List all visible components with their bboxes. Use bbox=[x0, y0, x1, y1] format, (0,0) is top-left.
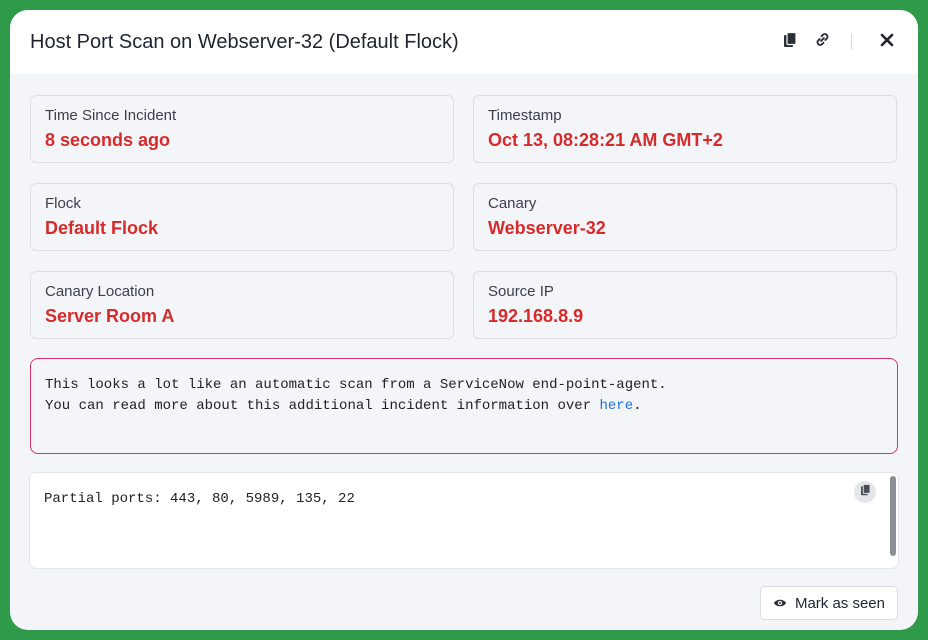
mark-as-seen-button[interactable]: Mark as seen bbox=[759, 586, 898, 620]
note-line-1: This looks a lot like an automatic scan … bbox=[45, 377, 667, 393]
note-line-2: You can read more about this additional … bbox=[45, 396, 883, 417]
info-card-time-since-incident: Time Since Incident 8 seconds ago bbox=[30, 95, 454, 163]
card-value: 8 seconds ago bbox=[45, 130, 171, 150]
info-card-timestamp: Timestamp Oct 13, 08:28:21 AM GMT+2 bbox=[473, 95, 897, 163]
incident-modal: Host Port Scan on Webserver-32 (Default … bbox=[10, 10, 918, 630]
note-line-2-prefix: You can read more about this additional … bbox=[45, 398, 600, 414]
clipboard-icon bbox=[860, 483, 871, 501]
modal-header: Host Port Scan on Webserver-32 (Default … bbox=[10, 10, 918, 74]
card-label: Timestamp bbox=[488, 107, 562, 124]
card-label: Source IP bbox=[488, 283, 554, 300]
note-line-2-suffix: . bbox=[633, 398, 642, 414]
card-label: Time Since Incident bbox=[45, 107, 177, 124]
copy-link-button[interactable] bbox=[813, 33, 831, 51]
copy-details-button[interactable] bbox=[854, 481, 876, 503]
mark-as-seen-label: Mark as seen bbox=[794, 594, 885, 612]
info-card-canary: Canary Webserver-32 bbox=[473, 183, 897, 251]
close-icon bbox=[880, 33, 894, 52]
close-button[interactable] bbox=[876, 31, 898, 53]
card-value: Default Flock bbox=[45, 218, 159, 238]
header-actions bbox=[781, 31, 898, 53]
card-value: 192.168.8.9 bbox=[488, 306, 584, 326]
link-icon bbox=[815, 32, 830, 52]
card-label: Flock bbox=[45, 195, 81, 212]
card-value: Server Room A bbox=[45, 306, 175, 326]
modal-title: Host Port Scan on Webserver-32 (Default … bbox=[30, 30, 459, 53]
details-scrollbar[interactable] bbox=[890, 476, 896, 556]
details-text: Partial ports: 443, 80, 5989, 135, 22 bbox=[44, 491, 355, 507]
incident-note: This looks a lot like an automatic scan … bbox=[30, 358, 898, 454]
info-card-canary-location: Canary Location Server Room A bbox=[30, 271, 454, 339]
card-value: Oct 13, 08:28:21 AM GMT+2 bbox=[488, 130, 723, 150]
header-divider bbox=[851, 34, 852, 50]
info-card-source-ip: Source IP 192.168.8.9 bbox=[473, 271, 897, 339]
card-label: Canary Location bbox=[45, 283, 155, 300]
note-here-link[interactable]: here bbox=[600, 398, 634, 414]
card-label: Canary bbox=[488, 195, 537, 212]
info-card-flock: Flock Default Flock bbox=[30, 183, 454, 251]
eye-icon bbox=[773, 595, 787, 612]
card-value: Webserver-32 bbox=[488, 218, 606, 238]
clipboard-icon bbox=[783, 31, 797, 53]
details-box: Partial ports: 443, 80, 5989, 135, 22 bbox=[30, 473, 898, 568]
copy-clipboard-button[interactable] bbox=[781, 31, 799, 53]
